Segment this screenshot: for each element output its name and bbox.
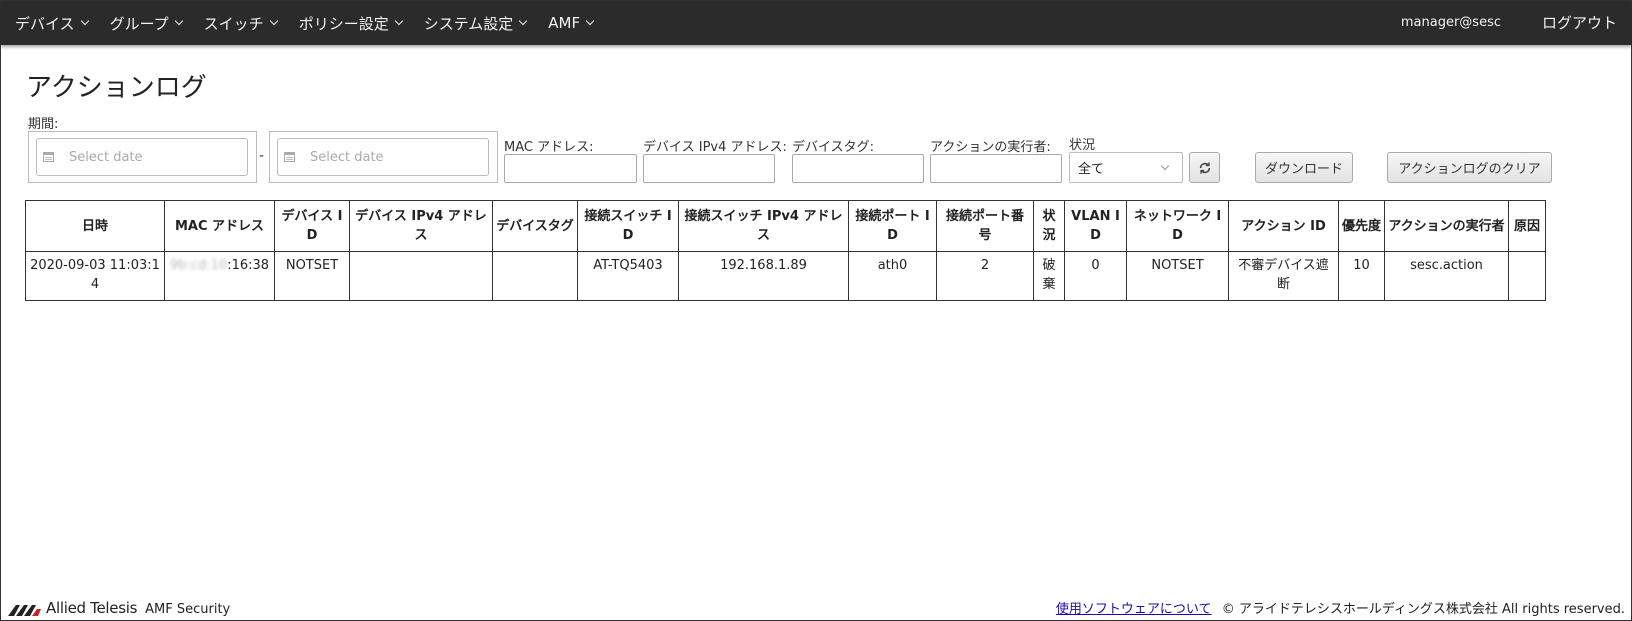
mac-label: MAC アドレス:	[504, 140, 594, 155]
software-info-link[interactable]: 使用ソフトウェアについて	[1056, 602, 1212, 617]
cell-vlan-id: 0	[1064, 251, 1127, 301]
copyright-text: © アライドテレシスホールディングス株式会社 All rights reserv…	[1221, 602, 1625, 617]
product-name: AMF Security	[145, 602, 231, 617]
clear-log-button[interactable]: アクションログのクリア	[1387, 152, 1552, 183]
date-start-placeholder: Select date	[69, 149, 143, 165]
footer-copyright: 使用ソフトウェアについて © アライドテレシスホールディングス株式会社 All …	[1056, 598, 1625, 617]
calendar-icon	[43, 152, 54, 162]
date-start-input[interactable]: Select date	[36, 138, 248, 176]
footer-brand: Allied Telesis AMF Security	[8, 599, 230, 617]
date-start-group: Select date	[28, 131, 257, 183]
cell-priority: 10	[1338, 251, 1385, 301]
cell-network-id: NOTSET	[1126, 251, 1229, 301]
column-header-executor[interactable]: アクションの実行者	[1384, 200, 1509, 252]
table-row[interactable]: 2020-09-03 11:03:14 9b:cd:10:16:38 NOTSE…	[25, 251, 1546, 301]
cell-cause	[1508, 251, 1546, 301]
table-header-row: 日時 MAC アドレス デバイス ID デバイス IPv4 アドレス デバイスタ…	[25, 200, 1546, 252]
cell-switch-ipv4: 192.168.1.89	[678, 251, 849, 301]
column-header-device-tag[interactable]: デバイスタグ	[492, 200, 578, 252]
chevron-down-icon	[1160, 161, 1170, 171]
status-label: 状況	[1069, 138, 1096, 153]
date-end-group: Select date	[269, 131, 498, 183]
action-log-table: 日時 MAC アドレス デバイス ID デバイス IPv4 アドレス デバイスタ…	[25, 200, 1546, 301]
column-header-cause[interactable]: 原因	[1508, 200, 1546, 252]
column-header-action-id[interactable]: アクション ID	[1228, 200, 1339, 252]
cell-action-id: 不審デバイス遮断	[1228, 251, 1339, 301]
cell-device-tag	[492, 251, 578, 301]
column-header-mac[interactable]: MAC アドレス	[164, 200, 275, 252]
ipv4-input[interactable]	[643, 154, 775, 183]
date-end-input[interactable]: Select date	[277, 138, 489, 176]
status-select-value: 全て	[1078, 162, 1105, 177]
period-label: 期間:	[28, 117, 59, 132]
ipv4-label: デバイス IPv4 アドレス:	[643, 140, 787, 155]
refresh-button[interactable]	[1189, 152, 1220, 183]
column-header-device-id[interactable]: デバイス ID	[274, 200, 350, 252]
executor-label: アクションの実行者:	[930, 140, 1051, 155]
column-header-network-id[interactable]: ネットワーク ID	[1126, 200, 1229, 252]
tag-label: デバイスタグ:	[792, 140, 874, 155]
calendar-icon	[284, 152, 295, 162]
cell-device-ipv4	[349, 251, 493, 301]
download-button[interactable]: ダウンロード	[1255, 152, 1353, 183]
cell-executor: sesc.action	[1384, 251, 1509, 301]
column-header-status[interactable]: 状況	[1033, 200, 1065, 252]
brand-name: Allied Telesis	[46, 599, 138, 617]
cell-status: 破棄	[1033, 251, 1065, 301]
column-header-vlan-id[interactable]: VLAN ID	[1064, 200, 1127, 252]
cell-port-id: ath0	[848, 251, 937, 301]
mac-redacted: 9b:cd:10	[169, 258, 228, 273]
date-end-placeholder: Select date	[310, 149, 384, 165]
tag-input[interactable]	[792, 154, 924, 183]
cell-datetime: 2020-09-03 11:03:14	[25, 251, 165, 301]
column-header-port-number[interactable]: 接続ポート番号	[936, 200, 1034, 252]
date-separator: -	[259, 148, 265, 164]
column-header-port-id[interactable]: 接続ポート ID	[848, 200, 937, 252]
filter-bar: 期間: Select date - Select date MAC アドレス: …	[1, 1, 1631, 201]
cell-port-number: 2	[936, 251, 1034, 301]
column-header-datetime[interactable]: 日時	[25, 200, 165, 252]
status-select[interactable]: 全て	[1069, 152, 1183, 183]
cell-switch-id: AT-TQ5403	[577, 251, 679, 301]
column-header-device-ipv4[interactable]: デバイス IPv4 アドレス	[349, 200, 493, 252]
column-header-switch-ipv4[interactable]: 接続スイッチ IPv4 アドレス	[678, 200, 849, 252]
cell-device-id: NOTSET	[274, 251, 350, 301]
mac-visible: :16:38	[227, 258, 270, 273]
refresh-icon	[1199, 161, 1210, 174]
allied-telesis-logo-icon	[8, 605, 41, 616]
column-header-priority[interactable]: 優先度	[1338, 200, 1385, 252]
mac-input[interactable]	[504, 154, 637, 183]
column-header-switch-id[interactable]: 接続スイッチ ID	[577, 200, 679, 252]
action-log-table-wrap: 日時 MAC アドレス デバイス ID デバイス IPv4 アドレス デバイスタ…	[25, 200, 1546, 301]
cell-mac: 9b:cd:10:16:38	[164, 251, 275, 301]
executor-input[interactable]	[930, 154, 1062, 183]
